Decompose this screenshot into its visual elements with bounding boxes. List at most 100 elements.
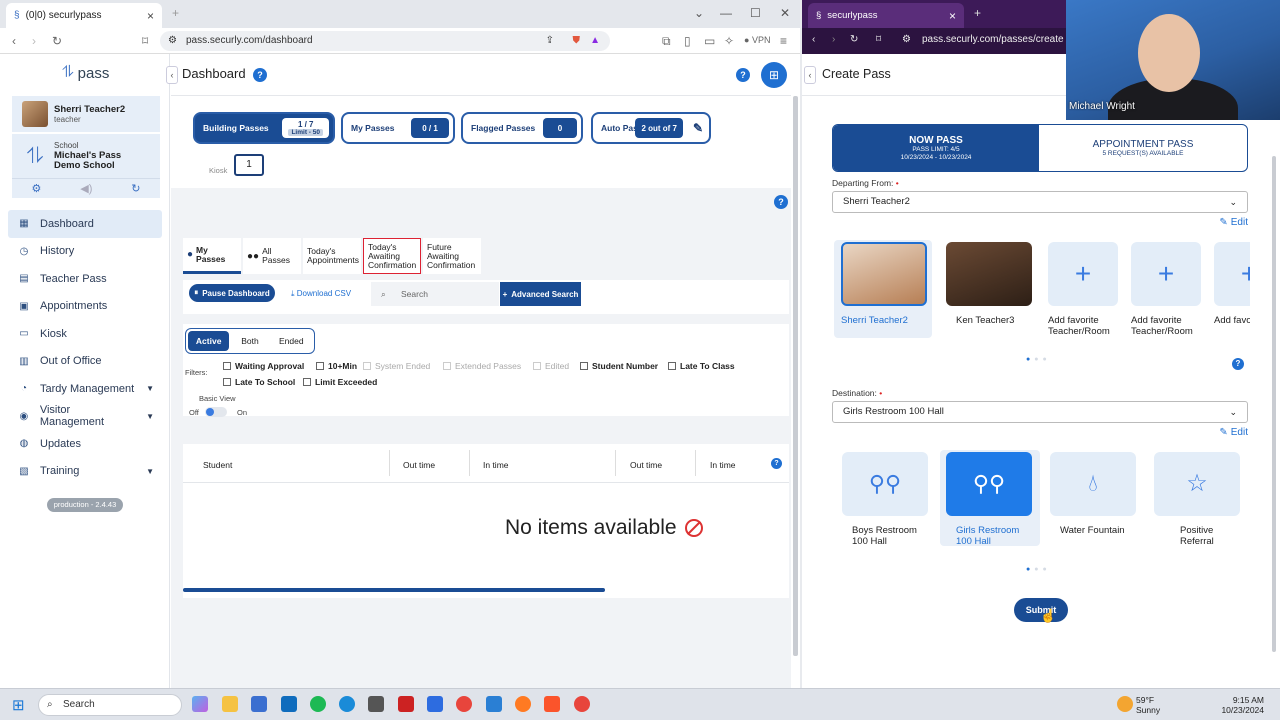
destination-tile-water-fountain[interactable]: 💧︎ Water Fountain — [1050, 452, 1138, 537]
help-icon[interactable]: ? — [736, 68, 750, 82]
windows-start-icon[interactable]: ⊞ — [12, 696, 25, 714]
sidebar-item-kiosk[interactable]: ▭ Kiosk — [8, 320, 162, 348]
forward-icon[interactable]: › — [32, 34, 36, 48]
chrome-icon[interactable] — [456, 696, 472, 712]
tab-todays-awaiting-confirmation[interactable]: Today's Awaiting Confirmation — [363, 238, 421, 274]
filter-waiting-approval[interactable]: Waiting Approval — [223, 361, 304, 371]
sidebar-item-history[interactable]: ◷ History — [8, 238, 162, 266]
chevron-down-icon[interactable]: ⌄ — [694, 6, 704, 20]
forward-icon[interactable]: › — [832, 34, 835, 45]
filter-10-plus-min[interactable]: 10+Min — [316, 361, 357, 371]
sidebar-item-training[interactable]: ▧ Training ▼ — [8, 458, 162, 486]
browser-tab-dashboard[interactable]: § (0|0) securlypass × — [6, 3, 162, 28]
photos-icon[interactable] — [486, 696, 502, 712]
search-input[interactable]: ⌕ Search — [371, 282, 499, 306]
weather-sun-icon[interactable] — [1117, 696, 1133, 712]
destination-tile-boys-restroom[interactable]: ⚲⚲ Boys Restroom 100 Hall — [842, 452, 930, 547]
firefox-icon[interactable] — [515, 696, 531, 712]
checkbox[interactable] — [668, 362, 676, 370]
reload-icon[interactable]: ↻ — [850, 34, 858, 45]
brave-shield-icon[interactable]: ⛊ — [573, 31, 581, 51]
sidebar-item-appointments[interactable]: ▣ Appointments — [8, 293, 162, 321]
leo-icon[interactable]: ✧ — [724, 34, 734, 48]
share-icon[interactable]: ⇪ — [546, 31, 554, 51]
refresh-icon[interactable]: ↻ — [131, 182, 140, 195]
bookmark-icon[interactable]: ⌑ — [876, 34, 881, 45]
filter-limit-exceeded[interactable]: Limit Exceeded — [303, 377, 377, 387]
taskbar-search-input[interactable]: ⌕ Search — [38, 694, 182, 716]
download-csv-link[interactable]: ⤓ Download CSV — [291, 289, 351, 299]
carousel-dots[interactable]: ●●● — [1026, 566, 1051, 573]
school-card[interactable]: ⥮ School Michael's Pass Demo School — [12, 134, 160, 178]
sidebar-item-out-of-office[interactable]: ▥ Out of Office — [8, 348, 162, 376]
spotify-icon[interactable] — [310, 696, 326, 712]
sidebar-item-updates[interactable]: ◍ Updates — [8, 430, 162, 458]
brave-icon[interactable] — [544, 696, 560, 712]
column-header-in-time[interactable]: In time — [483, 460, 509, 470]
filter-late-to-class[interactable]: Late To Class — [668, 361, 735, 371]
column-header-student[interactable]: Student — [203, 460, 232, 470]
help-icon[interactable]: ? — [253, 68, 267, 82]
filter-student-number[interactable]: Student Number — [580, 361, 658, 371]
reload-icon[interactable]: ↻ — [52, 34, 62, 48]
basic-view-toggle[interactable] — [205, 407, 227, 417]
edge-icon[interactable] — [339, 696, 355, 712]
user-card[interactable]: Sherri Teacher2 teacher — [12, 96, 160, 132]
building-passes-counter[interactable]: Building Passes 1 / 7 Limit - 50 — [193, 112, 335, 144]
tab-my-passes[interactable]: ● My Passes — [183, 238, 241, 274]
segment-both[interactable]: Both — [229, 336, 270, 346]
tab-all-passes[interactable]: ●● All Passes — [243, 238, 301, 274]
wallet-icon[interactable]: ▭ — [704, 34, 715, 48]
checkbox[interactable] — [303, 378, 311, 386]
slack-icon[interactable] — [398, 696, 414, 712]
filter-late-to-school[interactable]: Late To School — [223, 377, 295, 387]
add-favorite-tile[interactable]: + Add favorite Teacher/Room — [1048, 242, 1136, 337]
segment-ended[interactable]: Ended — [271, 336, 312, 346]
site-info-icon[interactable]: ⚙ — [902, 34, 911, 45]
help-icon[interactable]: ? — [1232, 358, 1244, 370]
file-explorer-icon[interactable] — [222, 696, 238, 712]
outlook-icon[interactable] — [281, 696, 297, 712]
horizontal-scrollbar[interactable] — [183, 588, 605, 592]
destination-tile-girls-restroom[interactable]: ⚲⚲ Girls Restroom 100 Hall — [946, 452, 1034, 547]
collapse-sidebar-button[interactable]: ‹ — [166, 66, 178, 84]
sidebar-item-teacher-pass[interactable]: ▤ Teacher Pass — [8, 265, 162, 293]
column-header-in-time[interactable]: In time — [710, 460, 736, 470]
departing-tile-sherri[interactable]: Sherri Teacher2 — [841, 242, 929, 327]
copilot-icon[interactable] — [192, 696, 208, 712]
sidebar-toggle-icon[interactable]: ▯ — [684, 34, 691, 48]
url-text[interactable]: pass.securly.com/passes/create — [922, 34, 1064, 45]
column-header-out-time[interactable]: Out time — [403, 460, 435, 470]
add-favorite-tile[interactable]: + Add favorite Teacher/Room — [1131, 242, 1219, 337]
sidebar-item-dashboard[interactable]: ▦ Dashboard — [8, 210, 162, 238]
checkbox[interactable] — [223, 362, 231, 370]
edit-pencil-icon[interactable]: ✎ — [693, 121, 703, 135]
back-icon[interactable]: ‹ — [812, 34, 815, 45]
departing-tile-ken[interactable]: Ken Teacher3 — [946, 242, 1034, 327]
destination-tile-positive-referral[interactable]: ☆ Positive Referral — [1154, 452, 1242, 547]
url-field[interactable]: ⚙ pass.securly.com/dashboard ⇪ ⛊ ▲ — [160, 31, 610, 51]
back-icon[interactable]: ‹ — [12, 34, 16, 48]
help-icon[interactable]: ? — [774, 195, 788, 209]
my-passes-counter[interactable]: My Passes 0 / 1 — [341, 112, 455, 144]
checkbox[interactable] — [580, 362, 588, 370]
collapse-panel-button[interactable]: ‹ — [804, 66, 816, 84]
checkbox[interactable] — [316, 362, 324, 370]
calculator-icon[interactable] — [368, 696, 384, 712]
clock[interactable]: 9:15 AM 10/23/2024 — [1221, 695, 1264, 715]
extensions-icon[interactable]: ⧉ — [662, 34, 671, 49]
apps-grid-icon[interactable]: ⊞ — [761, 62, 787, 88]
bookmark-icon[interactable]: ⌑ — [142, 34, 148, 48]
pause-dashboard-button[interactable]: ⏸ Pause Dashboard — [189, 284, 275, 302]
close-window-icon[interactable]: ✕ — [780, 6, 790, 20]
appointment-pass-option[interactable]: APPOINTMENT PASS 5 REQUEST(S) AVAILABLE — [1039, 125, 1247, 171]
departing-select[interactable]: Sherri Teacher2 ⌄ — [832, 191, 1248, 213]
segment-active[interactable]: Active — [188, 331, 230, 351]
close-tab-icon[interactable]: × — [147, 9, 154, 23]
edit-favorites-link[interactable]: ✎ Edit — [1219, 217, 1248, 228]
vertical-scrollbar[interactable] — [1272, 156, 1276, 652]
zoom-icon[interactable] — [427, 696, 443, 712]
sidebar-item-visitor-management[interactable]: ◉ Visitor Management ▼ — [8, 403, 162, 431]
flagged-passes-counter[interactable]: Flagged Passes 0 — [461, 112, 583, 144]
new-tab-icon[interactable]: + — [172, 6, 179, 20]
